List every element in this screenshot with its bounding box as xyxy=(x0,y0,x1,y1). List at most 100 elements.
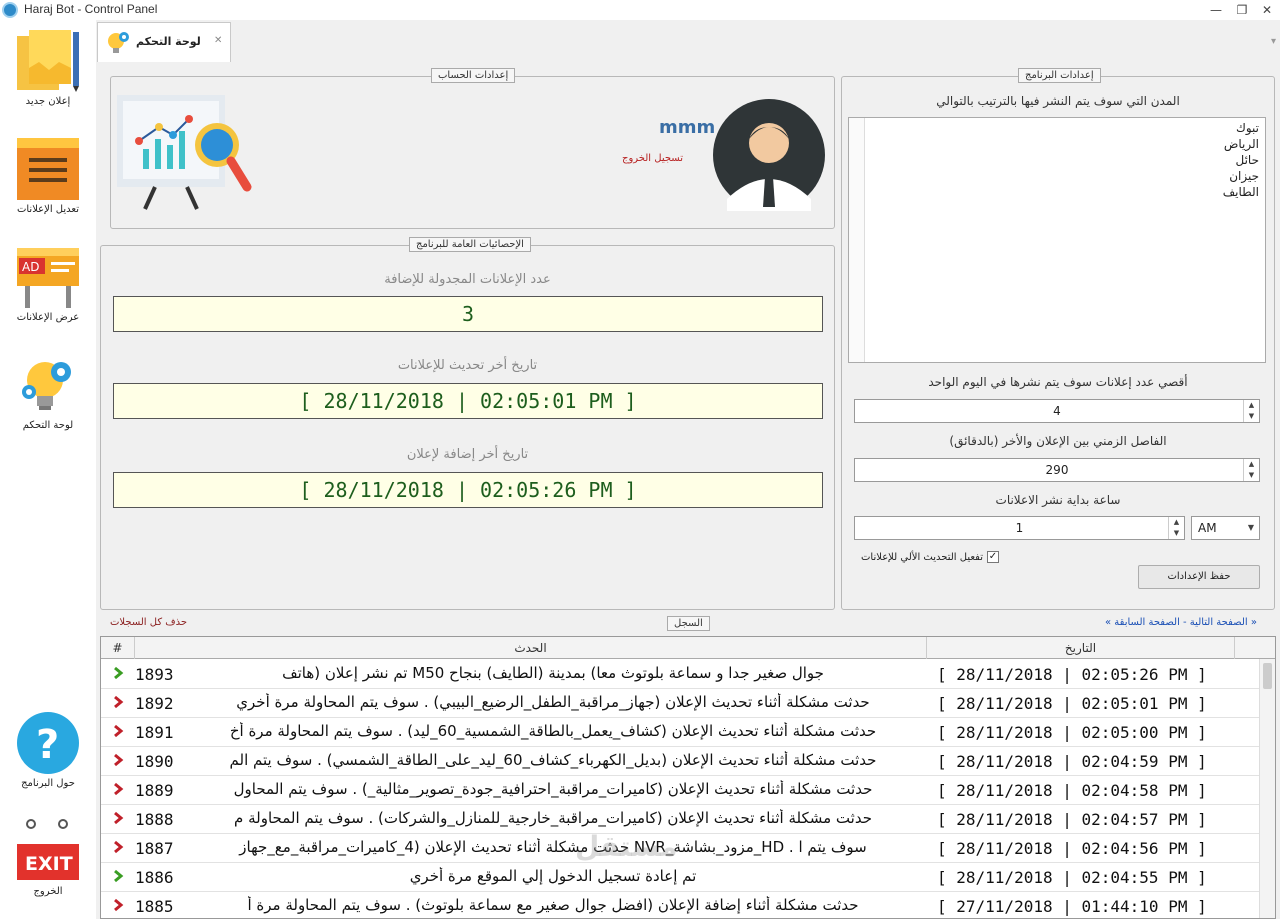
success-chevron-icon xyxy=(114,666,124,680)
table-row[interactable]: 1890 حدثت مشكلة أثناء تحديث الإعلان (بديل… xyxy=(101,747,1261,776)
checkbox-check-icon[interactable]: ✓ xyxy=(987,551,999,563)
column-header-event[interactable]: الحدث xyxy=(135,637,927,659)
bulb-gear-icon xyxy=(15,352,81,418)
log-table: # الحدث التاريخ 1893 جوال صغير جدا و سماع… xyxy=(100,636,1276,919)
interval-stepper[interactable]: 290 ▲ ▼ xyxy=(854,458,1260,482)
sidebar-item-control-panel[interactable]: لوحة التحكم xyxy=(0,352,96,431)
last-add-value: [ 28/11/2018 | 02:05:26 PM ] xyxy=(113,472,823,508)
error-chevron-icon xyxy=(114,695,124,709)
minimize-button[interactable]: — xyxy=(1203,1,1229,19)
start-hour-stepper[interactable]: 1 ▲ ▼ xyxy=(854,516,1185,540)
error-chevron-icon xyxy=(114,782,124,796)
row-date: [ 28/11/2018 | 02:04:59 PM ] xyxy=(937,752,1207,771)
table-row[interactable]: 1886 تم إعادة تسجيل الدخول إلي الموقع مرة… xyxy=(101,863,1261,892)
tab-control-panel[interactable]: لوحة التحكم ✕ xyxy=(97,22,231,62)
sidebar-item-label: لوحة التحكم xyxy=(22,420,74,431)
row-date: [ 28/11/2018 | 02:04:57 PM ] xyxy=(937,810,1207,829)
sidebar-item-label: حول البرنامج xyxy=(21,778,75,789)
max-ads-stepper[interactable]: 4 ▲ ▼ xyxy=(854,399,1260,423)
row-event: حدثت مشكلة أثناء تحديث الإعلان (بديل_الك… xyxy=(229,751,877,769)
row-number: 1892 xyxy=(135,694,174,713)
bulb-gear-icon xyxy=(104,29,132,57)
delete-all-logs-link[interactable]: حذف كل السجلات xyxy=(110,617,187,628)
row-number: 1888 xyxy=(135,810,174,829)
tab-overflow-icon[interactable]: ▾ xyxy=(1271,36,1276,47)
close-window-button[interactable]: ✕ xyxy=(1254,1,1280,19)
last-update-value: [ 28/11/2018 | 02:05:01 PM ] xyxy=(113,383,823,419)
scheduled-ads-label: عدد الإعلانات المجدولة للإضافة xyxy=(384,272,551,287)
table-row[interactable]: 1893 جوال صغير جدا و سماعة بلوتوث معا) بم… xyxy=(101,660,1261,689)
cities-scrollbar[interactable] xyxy=(849,118,865,362)
sidebar-item-about[interactable]: ? حول البرنامج xyxy=(0,710,96,789)
error-chevron-icon xyxy=(114,898,124,912)
row-event: حدثت مشكلة أثناء تحديث الإعلان (كشاف_يعم… xyxy=(229,722,877,740)
row-number: 1885 xyxy=(135,897,174,916)
username: mmm xyxy=(659,117,716,138)
column-header-date[interactable]: التاريخ xyxy=(927,637,1235,659)
ampm-value: AM xyxy=(1198,521,1217,535)
new-ad-icon xyxy=(15,28,81,94)
max-ads-label: أقصي عدد إعلانات سوف يتم نشرها في اليوم … xyxy=(928,375,1188,389)
city-item[interactable]: حائل xyxy=(1223,152,1259,168)
settings-legend: إعدادات البرنامج xyxy=(1018,68,1101,83)
app-icon xyxy=(2,2,18,18)
table-row[interactable]: 1887 سوف يتم ا . HD_مزود_بشاشة_NVR حدثت م… xyxy=(101,834,1261,863)
city-item[interactable]: تبوك xyxy=(1223,120,1259,136)
ampm-select[interactable]: AM ▼ xyxy=(1191,516,1260,540)
table-row[interactable]: 1885 حدثت مشكلة أثناء إضافة الإعلان (افضل… xyxy=(101,892,1261,918)
interval-value: 290 xyxy=(1045,463,1069,477)
row-event: تم إعادة تسجيل الدخول إلي الموقع مرة أخر… xyxy=(409,867,697,885)
row-number: 1891 xyxy=(135,723,174,742)
table-row[interactable]: 1888 حدثت مشكلة أثناء تحديث الإعلان (كامي… xyxy=(101,805,1261,834)
pager-links[interactable]: « الصفحة التالية - الصفحة السابقة » xyxy=(1105,617,1257,628)
stepper-arrows-icon[interactable]: ▲ ▼ xyxy=(1168,517,1184,539)
cities-list[interactable]: تبوك الرياض حائل جيزان الطايف xyxy=(848,117,1266,363)
last-add-label: تاريخ أخر إضافة لإعلان xyxy=(406,447,529,462)
error-chevron-icon xyxy=(114,753,124,767)
row-event: جوال صغير جدا و سماعة بلوتوث معا) بمدينة… xyxy=(282,664,824,682)
stepper-arrows-icon[interactable]: ▲ ▼ xyxy=(1243,400,1259,422)
row-event: حدثت مشكلة أثناء إضافة الإعلان (افضل جوا… xyxy=(247,896,859,914)
row-number: 1889 xyxy=(135,781,174,800)
statistics-legend: الإحصائيات العامة للبرنامج xyxy=(409,237,531,252)
row-date: [ 28/11/2018 | 02:05:00 PM ] xyxy=(937,723,1207,742)
row-number: 1893 xyxy=(135,665,174,684)
error-chevron-icon xyxy=(114,811,124,825)
sidebar-item-new-ad[interactable]: إعلان جديد xyxy=(0,28,96,107)
logout-link[interactable]: تسجيل الخروج xyxy=(622,153,683,164)
row-date: [ 28/11/2018 | 02:04:58 PM ] xyxy=(937,781,1207,800)
log-legend: السجل xyxy=(667,616,710,631)
row-event: حدثت مشكلة أثناء تحديث الإعلان (كاميرات_… xyxy=(234,809,872,827)
sidebar: إعلان جديد تعديل الإعلانات AD عرض الإعلا… xyxy=(0,20,96,919)
title-bar: Haraj Bot - Control Panel — ❐ ✕ xyxy=(0,0,1280,20)
interval-label: الفاصل الزمني بين الإعلان والأخر (بالدقا… xyxy=(949,434,1167,448)
row-date: [ 28/11/2018 | 02:05:26 PM ] xyxy=(937,665,1207,684)
start-hour-value: 1 xyxy=(1015,521,1024,535)
maximize-button[interactable]: ❐ xyxy=(1229,1,1255,19)
sidebar-item-label: تعديل الإعلانات xyxy=(16,204,80,215)
sidebar-item-edit-ads[interactable]: تعديل الإعلانات xyxy=(0,136,96,215)
table-row[interactable]: 1892 حدثت مشكلة أثناء تحديث الإعلان (جهاز… xyxy=(101,689,1261,718)
ad-text: AD xyxy=(22,260,39,274)
error-chevron-icon xyxy=(114,724,124,738)
city-item[interactable]: الرياض xyxy=(1223,136,1259,152)
tab-close-icon[interactable]: ✕ xyxy=(214,35,222,46)
log-table-header: # الحدث التاريخ xyxy=(101,637,1275,659)
scheduled-ads-value: 3 xyxy=(113,296,823,332)
city-item[interactable]: جيزان xyxy=(1223,168,1259,184)
log-scrollbar[interactable] xyxy=(1259,659,1275,918)
scrollbar-thumb[interactable] xyxy=(1263,663,1272,689)
table-row[interactable]: 1891 حدثت مشكلة أثناء تحديث الإعلان (كشاف… xyxy=(101,718,1261,747)
sidebar-item-exit[interactable]: EXIT الخروج xyxy=(0,818,96,897)
column-header-num[interactable]: # xyxy=(101,637,135,659)
row-event: حدثت مشكلة أثناء تحديث الإعلان (كاميرات_… xyxy=(233,780,873,798)
account-settings-group: إعدادات الحساب mmm تسجيل الخروج xyxy=(110,68,835,229)
avatar xyxy=(713,99,825,211)
stepper-arrows-icon[interactable]: ▲ ▼ xyxy=(1243,459,1259,481)
save-settings-button[interactable]: حفظ الإعدادات xyxy=(1138,565,1260,589)
table-row[interactable]: 1889 حدثت مشكلة أثناء تحديث الإعلان (كامي… xyxy=(101,776,1261,805)
auto-update-checkbox[interactable]: تفعيل التحديث الألي للإعلانات ✓ xyxy=(861,551,999,563)
city-item[interactable]: الطايف xyxy=(1223,184,1259,200)
sidebar-item-view-ads[interactable]: AD عرض الإعلانات xyxy=(0,244,96,323)
watermark-logo: مستقل xyxy=(575,830,678,863)
